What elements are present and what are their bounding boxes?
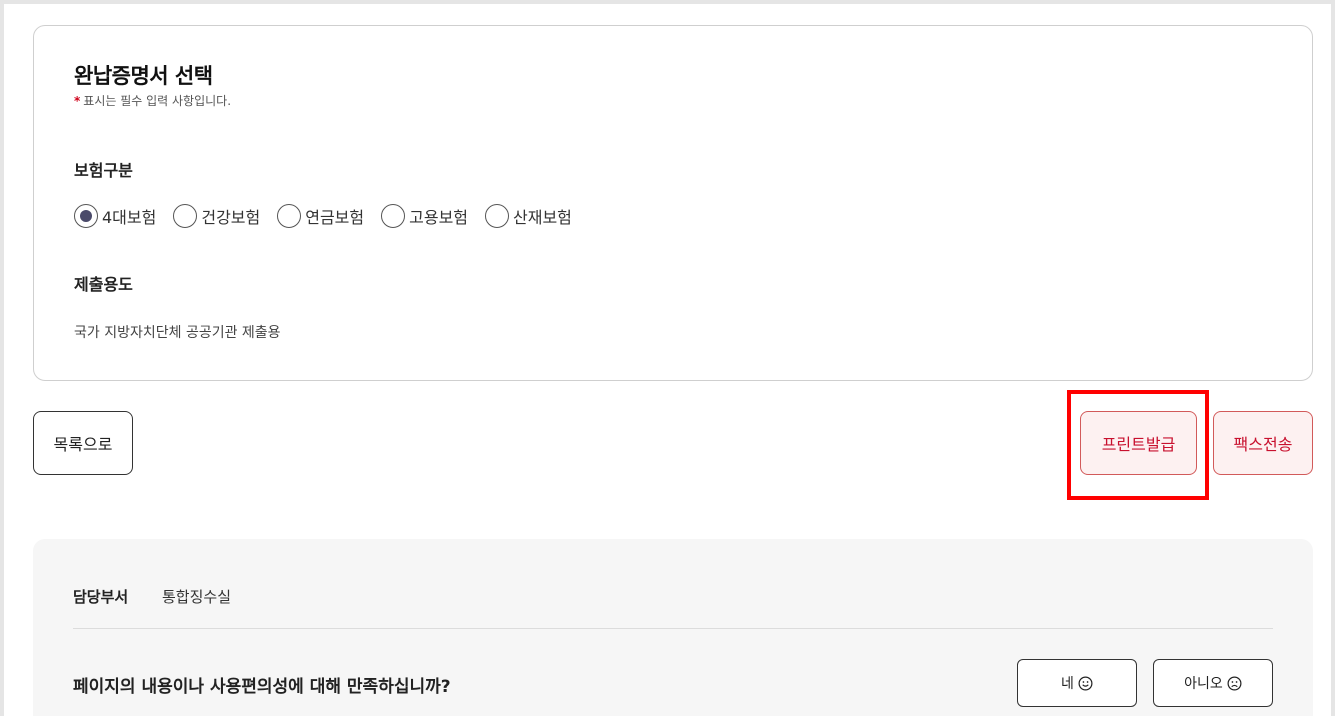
highlight-box	[1067, 390, 1209, 500]
radio-industrial-insurance-circle[interactable]	[485, 204, 510, 228]
radio-4-insurance-circle[interactable]	[74, 204, 98, 228]
radio-pension-insurance-circle[interactable]	[277, 204, 302, 228]
radio-label: 연금보험	[305, 208, 365, 227]
frown-icon	[1227, 676, 1242, 690]
radio-health-insurance-circle[interactable]	[173, 204, 198, 228]
purpose-label: 제출용도	[74, 275, 133, 294]
department-value: 통합징수실	[162, 588, 232, 606]
radio-label: 고용보험	[409, 208, 469, 227]
insurance-type-label: 보험구분	[74, 161, 133, 180]
radio-label: 4대보험	[102, 208, 157, 227]
yes-label: 네	[1061, 676, 1074, 692]
purpose-value: 국가 지방자치단체 공공기관 제출용	[74, 325, 281, 341]
radio-employment-insurance-circle[interactable]	[381, 204, 406, 228]
radio-label: 산재보험	[513, 208, 572, 227]
page-title: 완납증명서 선택	[74, 64, 213, 88]
no-label: 아니오	[1184, 676, 1223, 692]
page: 완납증명서 선택 * 표시는 필수 입력 사항입니다. 보험구분 4대보험 건강보…	[4, 4, 1331, 716]
satisfied-no-button[interactable]: 아니오	[1153, 659, 1273, 707]
certificate-selection-card: 완납증명서 선택 * 표시는 필수 입력 사항입니다. 보험구분 4대보험 건강보…	[33, 25, 1313, 381]
fax-send-button[interactable]: 팩스전송	[1213, 411, 1313, 475]
divider	[73, 628, 1273, 629]
required-note: * 표시는 필수 입력 사항입니다.	[74, 92, 231, 109]
radio-label: 건강보험	[201, 208, 261, 227]
back-to-list-button[interactable]: 목록으로	[33, 411, 133, 475]
insurance-type-radio-group: 4대보험 건강보험 연금보험 고용보험 산재보험	[74, 204, 589, 228]
radio-industrial-insurance[interactable]: 산재보험	[485, 204, 572, 228]
satisfied-yes-button[interactable]: 네	[1017, 659, 1137, 707]
page-feedback-section: 담당부서 통합징수실 페이지의 내용이나 사용편의성에 대해 만족하십니까? 네…	[33, 539, 1313, 716]
radio-employment-insurance[interactable]: 고용보험	[381, 204, 468, 228]
radio-pension-insurance[interactable]: 연금보험	[277, 204, 364, 228]
satisfaction-question: 페이지의 내용이나 사용편의성에 대해 만족하십니까?	[73, 677, 451, 697]
radio-4-insurance[interactable]: 4대보험	[74, 204, 156, 228]
department-label: 담당부서	[73, 588, 129, 606]
required-star: *	[74, 94, 81, 108]
radio-health-insurance[interactable]: 건강보험	[173, 204, 260, 228]
smile-icon	[1078, 676, 1093, 690]
required-note-text: 표시는 필수 입력 사항입니다.	[83, 94, 232, 108]
